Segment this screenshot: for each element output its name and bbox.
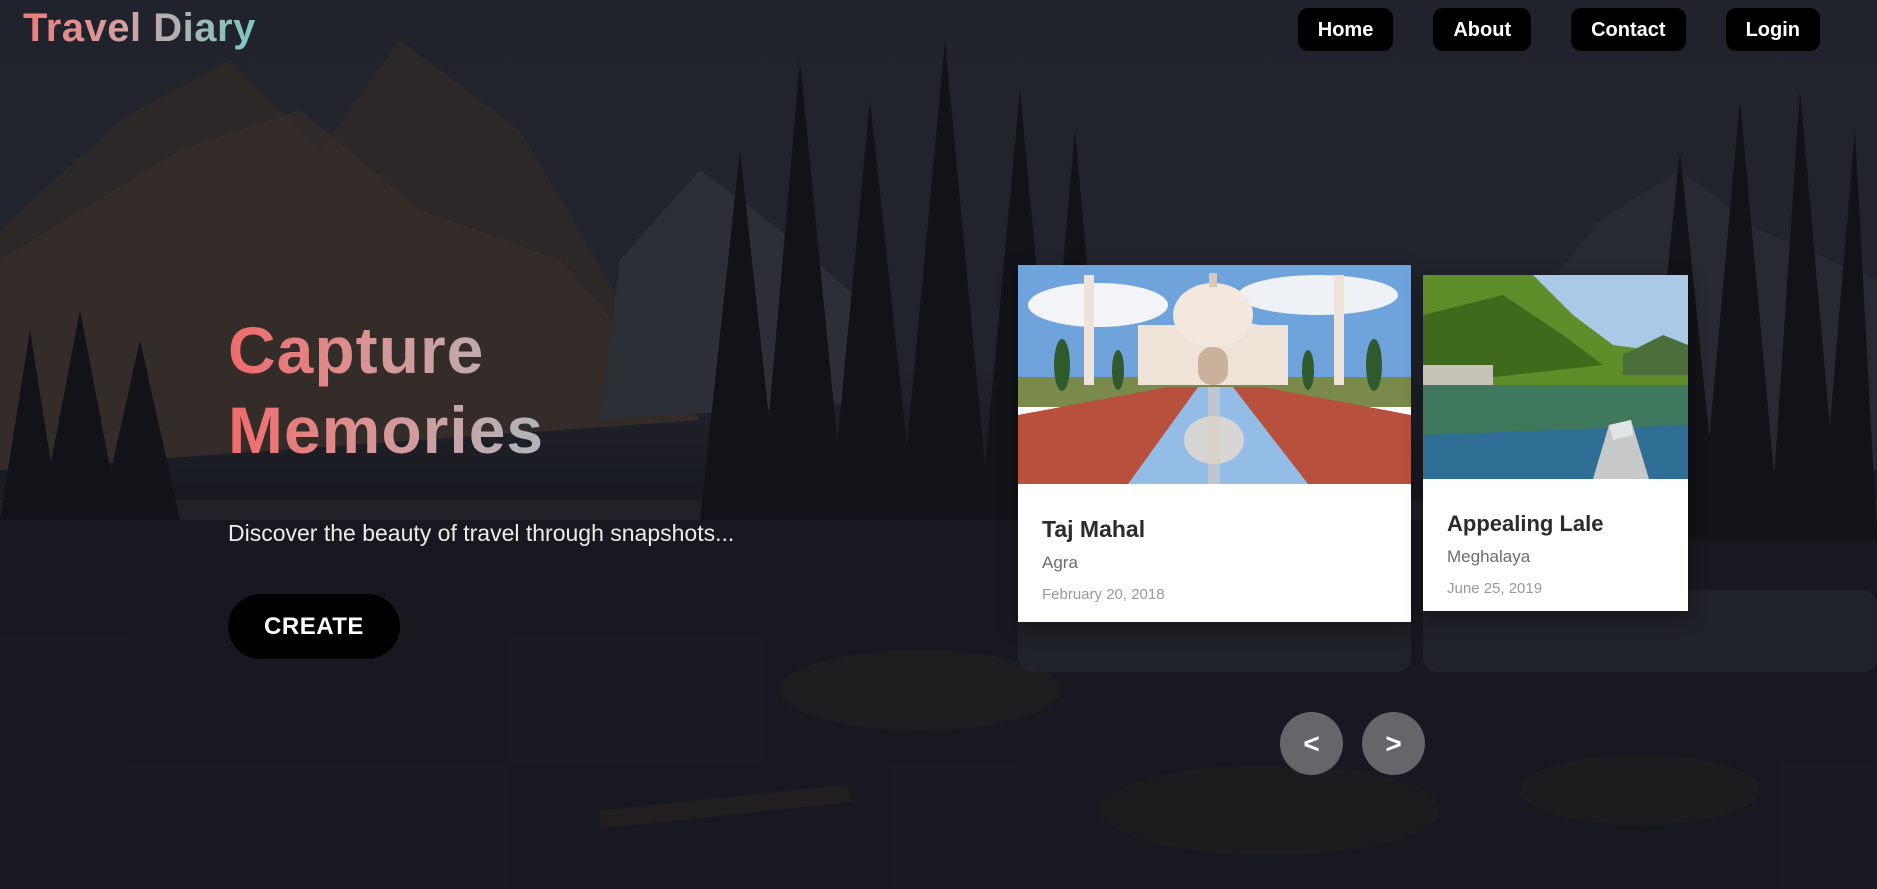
taj-mahal-photo xyxy=(1018,265,1411,484)
card-location: Meghalaya xyxy=(1447,547,1531,566)
nav-contact-button[interactable]: Contact xyxy=(1571,8,1686,51)
travel-card[interactable]: Appealing Lale Meghalaya June 25, 2019 xyxy=(1423,275,1688,611)
hero-title-line2: Memories xyxy=(228,393,545,467)
nav-login-button[interactable]: Login xyxy=(1725,8,1820,51)
nav-about-button[interactable]: About xyxy=(1433,8,1532,51)
logo[interactable]: Travel Diary xyxy=(23,6,256,51)
hero-title: Capture Memories xyxy=(228,310,544,470)
slider-next-button[interactable]: > xyxy=(1362,712,1425,775)
travel-card[interactable]: Taj Mahal Agra February 20, 2018 xyxy=(1018,265,1411,622)
card-title: Taj Mahal xyxy=(1042,516,1146,542)
lake-boat-photo xyxy=(1423,275,1688,479)
hero-subtitle: Discover the beauty of travel through sn… xyxy=(228,520,735,546)
slider-prev-button[interactable]: < xyxy=(1280,712,1343,775)
card-date: February 20, 2018 xyxy=(1042,586,1165,603)
card-location: Agra xyxy=(1042,553,1078,572)
hero-title-line1: Capture xyxy=(228,313,485,387)
nav-home-button[interactable]: Home xyxy=(1297,8,1394,51)
top-nav: Home About Contact Login xyxy=(1297,8,1820,51)
create-button[interactable]: CREATE xyxy=(228,594,400,659)
card-date: June 25, 2019 xyxy=(1447,580,1543,597)
card-title: Appealing Lale xyxy=(1447,511,1604,536)
